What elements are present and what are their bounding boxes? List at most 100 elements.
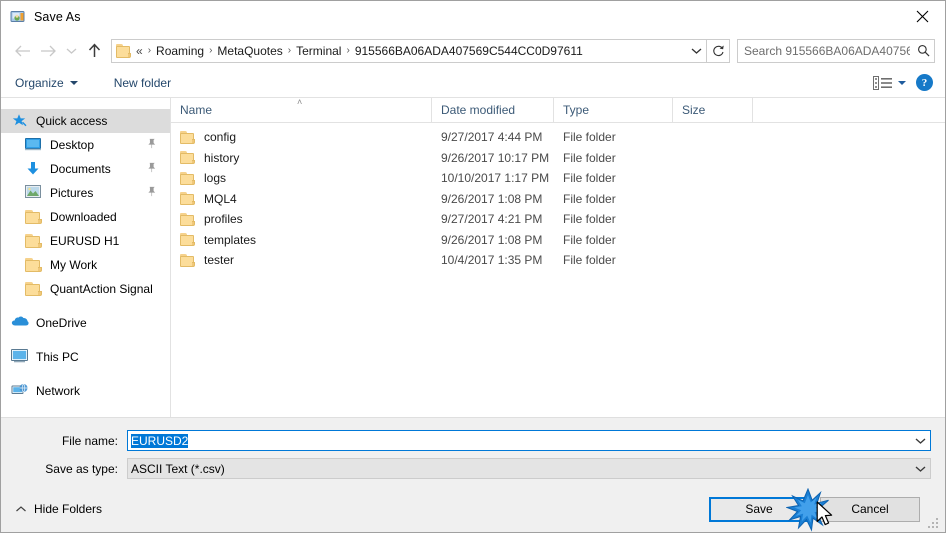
breadcrumb-item-terminal-id[interactable]: 915566BA06ADA407569C544CC0D97611 [351, 44, 587, 58]
chevron-down-icon[interactable] [911, 437, 930, 445]
desktop-icon [25, 137, 43, 153]
chevron-down-icon [898, 80, 906, 85]
sidebar-item-eurusd-h1[interactable]: EURUSD H1 [1, 229, 170, 253]
search-icon[interactable] [912, 44, 934, 57]
sidebar-item-label: Documents [50, 162, 111, 176]
sidebar-item-network[interactable]: Network [1, 379, 170, 403]
file-name-cell: logs [171, 171, 432, 185]
file-type: File folder [563, 171, 616, 186]
file-name: config [204, 130, 237, 145]
column-header-size[interactable]: Size [673, 98, 753, 122]
save-as-type-label: Save as type: [45, 461, 118, 476]
address-chevron-down-icon[interactable] [686, 40, 706, 62]
sidebar-item-label: QuantAction Signal [50, 282, 153, 296]
sidebar-item-label: This PC [36, 350, 79, 364]
address-bar[interactable]: « › Roaming › MetaQuotes › Terminal › 91… [111, 38, 730, 63]
chevron-down-icon[interactable] [911, 465, 930, 473]
column-header-filler [753, 98, 945, 122]
sidebar-item-label: EURUSD H1 [50, 234, 120, 248]
table-row[interactable]: config 9/27/2017 4:44 PM File folder [171, 127, 945, 148]
breadcrumb-item-roaming[interactable]: Roaming [152, 44, 208, 58]
cancel-button-label: Cancel [851, 502, 889, 516]
file-name-row: File name: EURUSD2 [15, 430, 931, 451]
file-name: history [204, 150, 240, 165]
pin-icon[interactable] [146, 186, 157, 200]
pin-icon[interactable] [146, 138, 157, 152]
search-box[interactable] [737, 38, 935, 63]
save-as-dialog: Save As « › Roaming › MetaQuotes › Termi… [0, 0, 946, 533]
table-row[interactable]: history 9/26/2017 10:17 PM File folder [171, 148, 945, 169]
sidebar-item-pictures[interactable]: Pictures [1, 181, 170, 205]
save-button[interactable]: Save [709, 496, 809, 522]
folder-icon [25, 257, 43, 273]
table-row[interactable]: tester 10/4/2017 1:35 PM File folder [171, 250, 945, 271]
new-folder-label: New folder [113, 75, 172, 90]
sidebar-item-my-work[interactable]: My Work [1, 253, 170, 277]
up-arrow-icon[interactable] [81, 38, 107, 64]
back-arrow-icon[interactable] [9, 38, 35, 64]
folder-icon [116, 43, 132, 58]
chevron-down-icon [69, 80, 78, 85]
this-pc-icon [11, 349, 29, 365]
save-as-type-select[interactable]: ASCII Text (*.csv) [127, 458, 931, 479]
sidebar-item-this-pc[interactable]: This PC [1, 345, 170, 369]
sidebar-item-onedrive[interactable]: OneDrive [1, 311, 170, 335]
organize-label: Organize [15, 75, 64, 90]
sidebar-item-downloaded[interactable]: Downloaded [1, 205, 170, 229]
file-name: MQL4 [204, 191, 237, 206]
file-name-value[interactable]: EURUSD2 [128, 433, 911, 448]
file-name: tester [204, 253, 235, 268]
sidebar-item-documents[interactable]: Documents [1, 157, 170, 181]
folder-icon [180, 171, 196, 185]
column-header-name[interactable]: Name ˄ [171, 98, 432, 122]
breadcrumb: « › Roaming › MetaQuotes › Terminal › 91… [136, 44, 686, 58]
view-layout-icon[interactable] [873, 75, 906, 90]
sidebar-item-desktop[interactable]: Desktop [1, 133, 170, 157]
window-title: Save As [34, 10, 81, 24]
column-header-date-modified[interactable]: Date modified [432, 98, 554, 122]
file-name: templates [204, 232, 257, 247]
file-date: 9/27/2017 4:21 PM [441, 212, 543, 227]
table-row[interactable]: templates 9/26/2017 1:08 PM File folder [171, 230, 945, 251]
save-as-type-row: Save as type: ASCII Text (*.csv) [15, 458, 931, 479]
folder-icon [180, 233, 196, 247]
breadcrumb-lead[interactable]: « [136, 44, 147, 58]
new-folder-button[interactable]: New folder [114, 68, 181, 97]
cancel-button[interactable]: Cancel [820, 496, 920, 522]
table-row[interactable]: logs 10/10/2017 1:17 PM File folder [171, 168, 945, 189]
recent-locations-chevron-down-icon[interactable] [61, 38, 81, 64]
sidebar-item-label: Downloaded [50, 210, 117, 224]
resize-grip-icon[interactable] [928, 516, 940, 528]
sidebar-item-quick-access[interactable]: Quick access [1, 109, 170, 133]
folder-icon [180, 151, 196, 165]
search-input[interactable] [738, 43, 912, 58]
file-type: File folder [563, 191, 616, 206]
breadcrumb-item-terminal[interactable]: Terminal [292, 44, 345, 58]
table-row[interactable]: profiles 9/27/2017 4:21 PM File folder [171, 209, 945, 230]
file-name-cell: tester [171, 253, 432, 267]
file-name-field[interactable]: EURUSD2 [127, 430, 931, 451]
file-name-selected-text[interactable]: EURUSD2 [131, 433, 189, 448]
refresh-icon[interactable] [707, 40, 729, 62]
save-button-label: Save [745, 502, 773, 516]
file-date: 10/10/2017 1:17 PM [441, 171, 550, 186]
sidebar-item-label: Pictures [50, 186, 94, 200]
table-row[interactable]: MQL4 9/26/2017 1:08 PM File folder [171, 189, 945, 210]
organize-button[interactable]: Organize [15, 68, 88, 97]
hide-folders-button[interactable]: Hide Folders [15, 502, 102, 516]
file-type: File folder [563, 232, 616, 247]
breadcrumb-item-metaquotes[interactable]: MetaQuotes [213, 44, 286, 58]
file-date: 9/27/2017 4:44 PM [441, 130, 543, 145]
pin-icon[interactable] [146, 162, 157, 176]
star-pin-icon [11, 113, 29, 129]
sidebar-item-quantaction-signal[interactable]: QuantAction Signal [1, 277, 170, 301]
close-icon[interactable] [899, 1, 945, 32]
file-name: profiles [204, 212, 243, 227]
file-name-cell: config [171, 130, 432, 144]
forward-arrow-icon[interactable] [35, 38, 61, 64]
footer-buttons: Save Cancel [709, 496, 920, 522]
sidebar-item-label: Network [36, 384, 81, 398]
help-icon[interactable]: ? [916, 74, 933, 91]
toolbar-right-group: ? [873, 68, 933, 97]
column-header-type[interactable]: Type [554, 98, 673, 122]
